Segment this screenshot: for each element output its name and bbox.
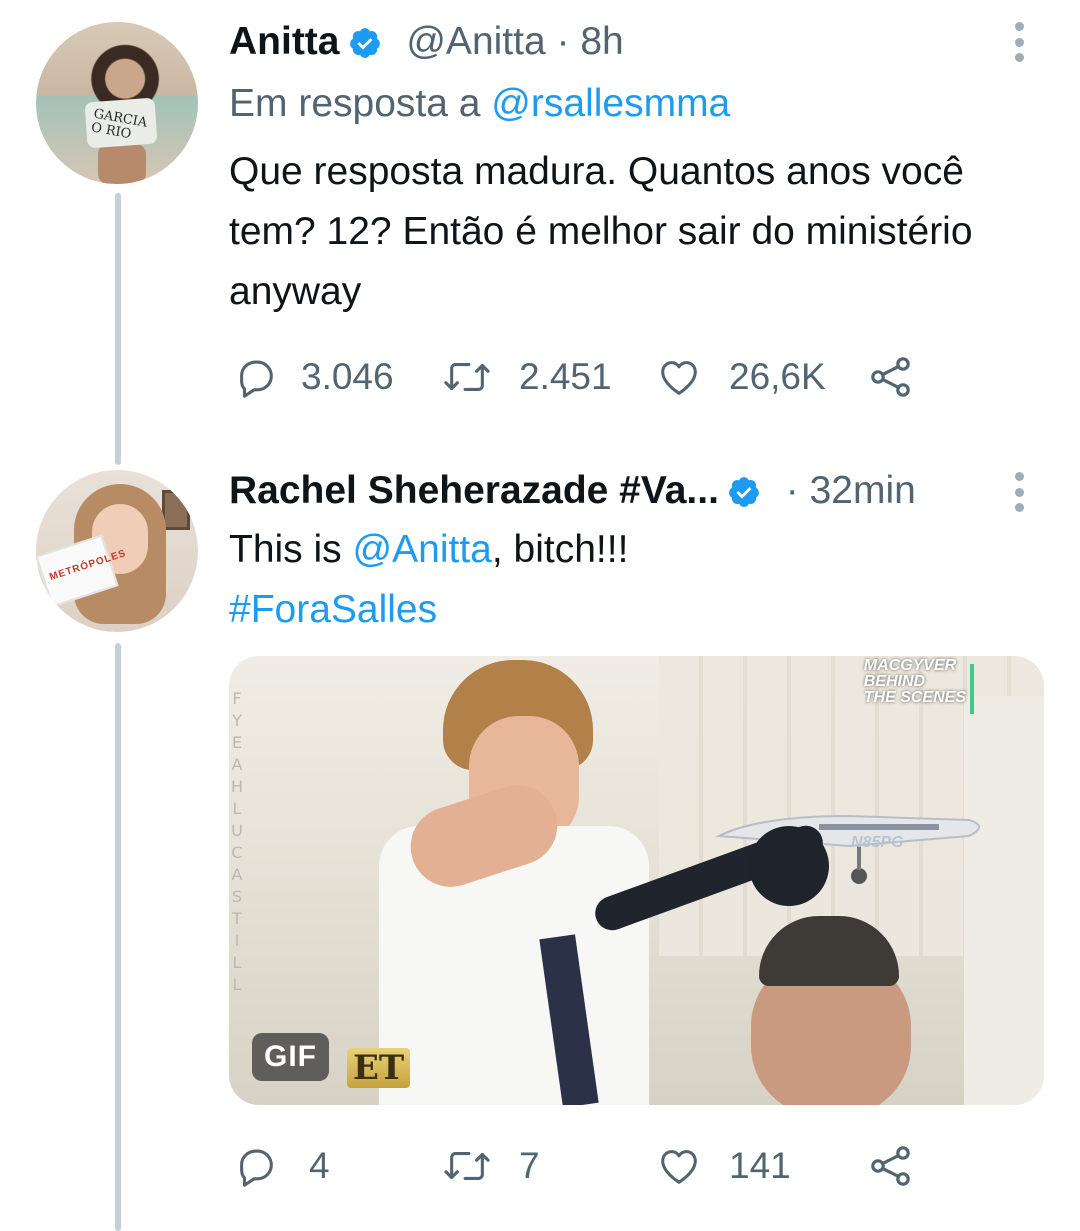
reply-button[interactable]: 4 bbox=[233, 1141, 330, 1191]
media-side-letters: FYEAHLUCASTILL bbox=[229, 688, 245, 996]
media-side-letter: E bbox=[231, 733, 243, 752]
share-button[interactable] bbox=[867, 1141, 915, 1191]
media-side-letter: L bbox=[232, 975, 242, 994]
tweet-text: Que resposta madura. Quantos anos você t… bbox=[229, 150, 973, 313]
tweet-text-line: This is @Anitta, bitch!!! bbox=[229, 520, 1009, 580]
share-icon bbox=[867, 1142, 915, 1190]
reply-count: 3.046 bbox=[301, 356, 394, 397]
media-side-letter: U bbox=[231, 821, 243, 840]
like-count: 141 bbox=[729, 1145, 791, 1186]
media-side-letter: S bbox=[231, 887, 243, 906]
avatar-skin bbox=[98, 144, 146, 184]
separator-dot: · bbox=[785, 469, 799, 512]
media-tail-number: N85PG bbox=[851, 834, 904, 851]
retweet-icon bbox=[441, 354, 493, 400]
thread-line-bottom bbox=[115, 643, 121, 1231]
retweet-icon bbox=[441, 1143, 493, 1189]
reply-count: 4 bbox=[309, 1145, 330, 1186]
media-side-letter: Y bbox=[232, 711, 242, 730]
reply-icon bbox=[233, 354, 279, 400]
mention-link[interactable]: @Anitta bbox=[353, 528, 492, 571]
gif-media[interactable]: N85PG FYEAHLUCASTILL MACGYVER BEHIND THE… bbox=[229, 656, 1044, 1105]
like-count: 26,6K bbox=[729, 356, 826, 397]
verified-badge-icon bbox=[348, 24, 382, 72]
media-wall bbox=[964, 696, 1044, 1105]
avatar-frame bbox=[162, 490, 190, 530]
tweet-actions: 4 7 141 bbox=[229, 1141, 1029, 1191]
media-watermark-bar bbox=[970, 664, 974, 714]
et-logo: ET bbox=[347, 1048, 411, 1088]
hashtag-link[interactable]: #ForaSalles bbox=[229, 580, 1009, 640]
tweet-header: Anitta @Anitta · 8h bbox=[229, 18, 624, 72]
text-prefix: This is bbox=[229, 528, 342, 571]
share-button[interactable] bbox=[867, 352, 915, 402]
retweet-count: 7 bbox=[519, 1145, 540, 1186]
retweet-button[interactable]: 2.451 bbox=[441, 352, 612, 402]
tweet-anitta[interactable]: GARCIA O RIO Anitta @Anitta · 8h Em resp… bbox=[0, 0, 1080, 430]
media-watermark: MACGYVER BEHIND THE SCENES bbox=[863, 657, 966, 706]
like-icon bbox=[655, 1143, 703, 1189]
reply-prefix: Em resposta a bbox=[229, 82, 481, 125]
tweet-time[interactable]: 8h bbox=[580, 20, 623, 63]
reply-to-mention[interactable]: @rsallesmma bbox=[491, 82, 730, 125]
like-button[interactable]: 141 bbox=[655, 1141, 791, 1191]
media-side-letter: L bbox=[232, 953, 242, 972]
media-side-letter: T bbox=[232, 909, 242, 928]
more-options-icon[interactable] bbox=[1006, 22, 1032, 62]
text-suffix: , bitch!!! bbox=[491, 528, 629, 571]
gif-badge: GIF bbox=[252, 1033, 329, 1081]
author-name[interactable]: Anitta bbox=[229, 20, 340, 63]
like-button[interactable]: 26,6K bbox=[655, 352, 826, 402]
media-side-letter: H bbox=[230, 777, 244, 796]
tweet-actions: 3.046 2.451 26,6K bbox=[229, 352, 1029, 402]
media-microphone-head bbox=[749, 826, 829, 906]
avatar[interactable]: GARCIA O RIO bbox=[36, 22, 198, 184]
reply-icon bbox=[233, 1143, 279, 1189]
tweet-text: This is @Anitta, bitch!!! #ForaSalles bbox=[229, 520, 1009, 640]
media-side-letter: L bbox=[232, 799, 242, 818]
tweet-time[interactable]: 32min bbox=[810, 469, 916, 512]
verified-badge-icon bbox=[727, 473, 761, 521]
like-icon bbox=[655, 354, 703, 400]
author-name[interactable]: Rachel Sheherazade #Va... bbox=[229, 469, 719, 512]
retweet-button[interactable]: 7 bbox=[441, 1141, 540, 1191]
more-options-icon[interactable] bbox=[1006, 472, 1032, 512]
reply-context: Em resposta a @rsallesmma bbox=[229, 80, 730, 128]
media-side-letter: I bbox=[234, 931, 240, 950]
share-icon bbox=[867, 353, 915, 401]
avatar[interactable]: METRÓPOLES bbox=[36, 470, 198, 632]
reply-button[interactable]: 3.046 bbox=[233, 352, 394, 402]
media-side-letter: C bbox=[231, 843, 243, 862]
media-side-letter: A bbox=[231, 865, 243, 884]
retweet-count: 2.451 bbox=[519, 356, 612, 397]
media-side-letter: A bbox=[231, 755, 243, 774]
separator-dot: · bbox=[556, 20, 570, 63]
media-side-letter: F bbox=[232, 689, 242, 708]
tweet-header: Rachel Sheherazade #Va... · 32min bbox=[229, 467, 916, 521]
author-handle[interactable]: @Anitta bbox=[406, 20, 545, 63]
